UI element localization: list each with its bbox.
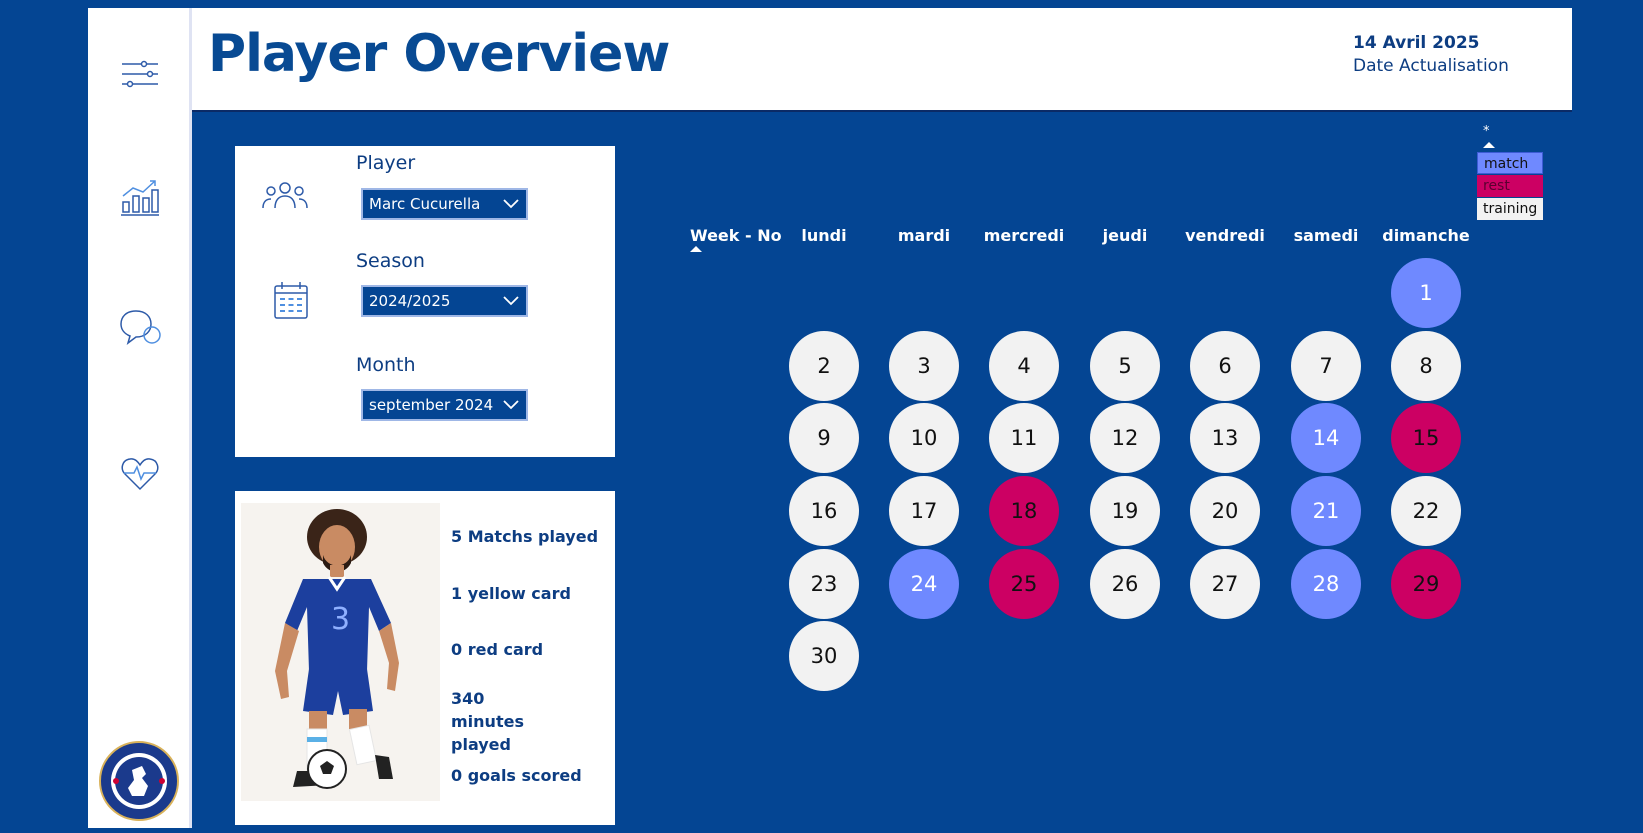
calendar-day[interactable]: 28 xyxy=(1291,549,1361,619)
stat-goals: 0 goals scored xyxy=(451,766,582,785)
legend-item-match[interactable]: match xyxy=(1477,152,1543,174)
svg-text:3: 3 xyxy=(331,602,350,637)
month-dropdown[interactable]: september 2024 xyxy=(361,389,528,421)
legend-item-rest[interactable]: rest xyxy=(1477,175,1543,197)
calendar-day[interactable]: 8 xyxy=(1391,331,1461,401)
calendar-day[interactable]: 5 xyxy=(1090,331,1160,401)
calendar-day[interactable]: 3 xyxy=(889,331,959,401)
chart-icon[interactable] xyxy=(112,170,168,226)
chevron-down-icon xyxy=(503,296,519,306)
player-dropdown[interactable]: Marc Cucurella xyxy=(361,188,528,220)
stat-yellow-cards: 1 yellow card xyxy=(451,584,571,603)
calendar-day[interactable]: 19 xyxy=(1090,476,1160,546)
users-icon xyxy=(261,180,309,216)
player-stats-panel: 3 5 Matchs played 1 yellow card 0 red ca… xyxy=(235,491,615,825)
calendar-day[interactable]: 7 xyxy=(1291,331,1361,401)
sort-asc-icon xyxy=(690,246,702,252)
sidebar xyxy=(88,8,192,828)
update-date-label: Date Actualisation xyxy=(1353,56,1509,76)
calendar-day[interactable]: 26 xyxy=(1090,549,1160,619)
calendar-day[interactable]: 2 xyxy=(789,331,859,401)
chat-icon[interactable] xyxy=(112,300,168,356)
season-dropdown-value: 2024/2025 xyxy=(369,292,451,310)
month-dropdown-value: september 2024 xyxy=(369,396,494,414)
calendar-icon xyxy=(273,280,309,324)
calendar-day[interactable]: 30 xyxy=(789,621,859,691)
calendar-day[interactable]: 10 xyxy=(889,403,959,473)
sort-asc-icon xyxy=(1483,142,1495,148)
calendar-day[interactable]: 18 xyxy=(989,476,1059,546)
stat-red-cards: 0 red card xyxy=(451,640,544,659)
calendar-day[interactable]: 4 xyxy=(989,331,1059,401)
chelsea-crest-icon xyxy=(98,740,180,822)
chevron-down-icon xyxy=(503,199,519,209)
sliders-icon[interactable] xyxy=(112,46,168,102)
update-date: 14 Avril 2025 xyxy=(1353,33,1480,53)
month-label: Month xyxy=(356,354,416,376)
season-dropdown[interactable]: 2024/2025 xyxy=(361,285,528,317)
calendar-day[interactable]: 14 xyxy=(1291,403,1361,473)
calendar-day[interactable]: 23 xyxy=(789,549,859,619)
calendar-day[interactable]: 12 xyxy=(1090,403,1160,473)
calendar-day[interactable]: 9 xyxy=(789,403,859,473)
heart-pulse-icon[interactable] xyxy=(112,446,168,502)
header-bar: Player Overview 14 Avril 2025 Date Actua… xyxy=(192,8,1572,112)
day-header-dimanche: dimanche xyxy=(1382,226,1470,245)
calendar-day[interactable]: 11 xyxy=(989,403,1059,473)
calendar-day[interactable]: 29 xyxy=(1391,549,1461,619)
calendar-day[interactable]: 13 xyxy=(1190,403,1260,473)
stat-matches: 5 Matchs played xyxy=(451,527,599,546)
calendar-day[interactable]: 27 xyxy=(1190,549,1260,619)
player-illustration: 3 xyxy=(241,503,440,801)
calendar-day[interactable]: 15 xyxy=(1391,403,1461,473)
filter-panel: Player Marc Cucurella Season 2024/2025 M… xyxy=(235,146,615,457)
page-title: Player Overview xyxy=(208,24,670,84)
calendar-day[interactable]: 22 xyxy=(1391,476,1461,546)
calendar-day[interactable]: 17 xyxy=(889,476,959,546)
calendar-day[interactable]: 25 xyxy=(989,549,1059,619)
calendar-day[interactable]: 20 xyxy=(1190,476,1260,546)
calendar-day[interactable]: 24 xyxy=(889,549,959,619)
stat-minutes: 340 minutes played xyxy=(451,689,524,754)
legend-item-training[interactable]: training xyxy=(1477,198,1543,220)
player-label: Player xyxy=(356,152,416,174)
calendar-day[interactable]: 16 xyxy=(789,476,859,546)
chevron-down-icon xyxy=(503,400,519,410)
season-label: Season xyxy=(356,250,425,272)
calendar-day[interactable]: 6 xyxy=(1190,331,1260,401)
legend-marker: * xyxy=(1483,124,1490,139)
calendar-day[interactable]: 21 xyxy=(1291,476,1361,546)
player-dropdown-value: Marc Cucurella xyxy=(369,195,481,213)
calendar-day[interactable]: 1 xyxy=(1391,258,1461,328)
